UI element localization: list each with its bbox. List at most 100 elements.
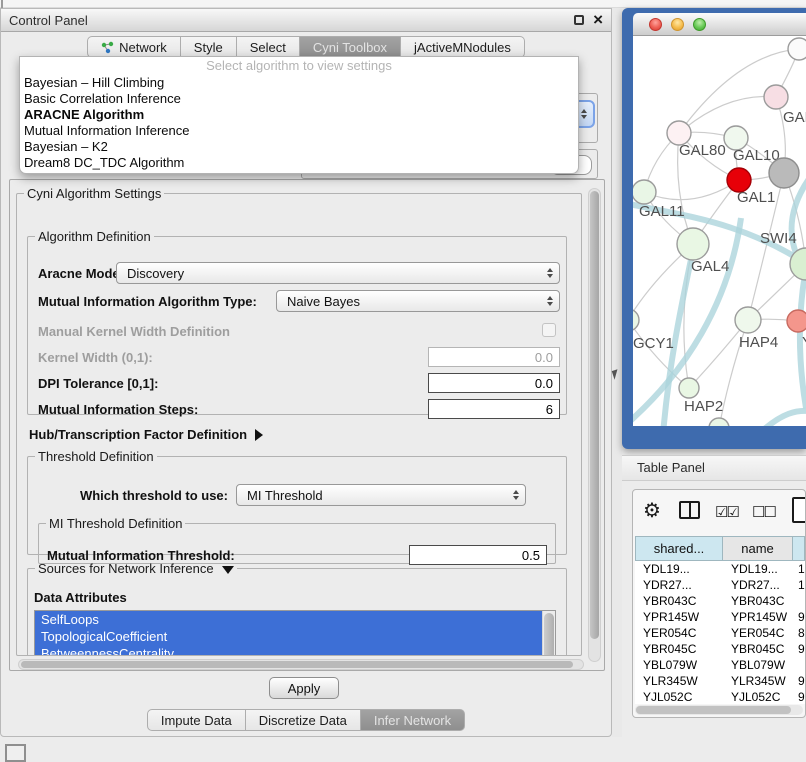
dpi-tolerance-input[interactable]: [428, 373, 560, 393]
close-traffic-light-icon[interactable]: [649, 18, 662, 31]
list-scrollbar[interactable]: [542, 611, 555, 656]
table-cell[interactable]: YLR345W: [635, 673, 723, 689]
network-node[interactable]: [633, 309, 639, 331]
table-cell[interactable]: YDL19...: [723, 561, 793, 577]
table-cell[interactable]: 8.: [793, 625, 805, 641]
table-row[interactable]: YDL19...YDL19...13: [635, 561, 805, 577]
scrollbar-thumb[interactable]: [544, 613, 554, 656]
list-item-selected[interactable]: SelfLoops: [35, 611, 542, 628]
table-cell[interactable]: 12: [793, 577, 805, 593]
network-node[interactable]: [764, 85, 788, 109]
table-cell[interactable]: YER054C: [635, 625, 723, 641]
table-row[interactable]: YJL052CYJL052C9: [635, 689, 805, 704]
data-attributes-list[interactable]: SelfLoops TopologicalCoefficient Between…: [34, 610, 556, 656]
network-canvas[interactable]: GALGAL80GAL10GAL1GAL11SWI4GAL4GCY1HAP4YH…: [633, 36, 806, 426]
deselect-all-checkboxes-icon[interactable]: ☐☐: [752, 503, 775, 521]
apply-button[interactable]: Apply: [269, 677, 339, 699]
table-cell[interactable]: 9: [793, 689, 805, 704]
table-cell[interactable]: 9.: [793, 641, 805, 657]
table-cell[interactable]: YJL052C: [723, 689, 793, 704]
tab-jactivemnodules[interactable]: jActiveMNodules: [401, 36, 525, 58]
network-node[interactable]: [787, 310, 806, 332]
table-cell[interactable]: YBL079W: [723, 657, 793, 673]
table-row[interactable]: YBL079WYBL079W: [635, 657, 805, 673]
column-layout-icon[interactable]: [679, 501, 700, 519]
table-row[interactable]: YPR145WYPR145W9.: [635, 609, 805, 625]
mi-steps-input[interactable]: [428, 399, 560, 419]
dropdown-option-selected[interactable]: ARACNE Algorithm: [20, 107, 578, 123]
table-cell[interactable]: YBL079W: [635, 657, 723, 673]
table-cell[interactable]: YJL052C: [635, 689, 723, 704]
table-row[interactable]: YDR27...YDR27...12: [635, 577, 805, 593]
tab-style[interactable]: Style: [181, 36, 237, 58]
manual-kernel-width-checkbox[interactable]: [542, 323, 556, 337]
table-row[interactable]: YLR345WYLR345W9.: [635, 673, 805, 689]
list-item-selected[interactable]: TopologicalCoefficient: [35, 628, 542, 645]
tab-network[interactable]: Network: [87, 36, 181, 58]
table-row[interactable]: YBR045CYBR045C9.: [635, 641, 805, 657]
table-cell[interactable]: 9.: [793, 673, 805, 689]
table-cell[interactable]: YBR045C: [723, 641, 793, 657]
float-window-icon[interactable]: [574, 15, 584, 25]
dropdown-option[interactable]: Basic Correlation Inference: [20, 91, 578, 107]
network-node[interactable]: [677, 228, 709, 260]
settings-gear-icon[interactable]: ⚙: [643, 498, 661, 523]
expand-arrow-icon[interactable]: [255, 429, 263, 441]
column-header-name[interactable]: name: [723, 536, 793, 561]
select-all-checkboxes-icon[interactable]: ☑☑: [715, 503, 738, 521]
table-cell[interactable]: YBR043C: [723, 593, 793, 609]
table-cell[interactable]: YPR145W: [723, 609, 793, 625]
zoom-traffic-light-icon[interactable]: [693, 18, 706, 31]
tab-impute-data[interactable]: Impute Data: [147, 709, 246, 731]
minimize-traffic-light-icon[interactable]: [671, 18, 684, 31]
dropdown-option[interactable]: Dream8 DC_TDC Algorithm: [20, 155, 578, 171]
table-row[interactable]: YER054CYER054C8.: [635, 625, 805, 641]
table-cell[interactable]: YBR043C: [635, 593, 723, 609]
network-node[interactable]: [735, 307, 761, 333]
network-view-window[interactable]: GALGAL80GAL10GAL1GAL11SWI4GAL4GCY1HAP4YH…: [622, 8, 806, 449]
table-cell[interactable]: YDR27...: [723, 577, 793, 593]
network-node[interactable]: [633, 180, 656, 204]
table-cell[interactable]: 13: [793, 561, 805, 577]
settings-vertical-scrollbar[interactable]: [588, 188, 601, 662]
mi-algorithm-type-select[interactable]: Naive Bayes: [276, 290, 560, 312]
tab-infer-network[interactable]: Infer Network: [361, 709, 465, 731]
network-node[interactable]: [769, 158, 799, 188]
window-titlebar[interactable]: [633, 13, 806, 36]
scrollbar-thumb[interactable]: [21, 661, 573, 668]
hub-definition-section[interactable]: Hub/Transcription Factor Definition: [29, 427, 263, 442]
network-node[interactable]: [679, 378, 699, 398]
settings-horizontal-scrollbar[interactable]: [18, 659, 584, 670]
table-cell[interactable]: YLR345W: [723, 673, 793, 689]
export-table-icon[interactable]: [792, 497, 806, 523]
network-node[interactable]: [788, 38, 806, 60]
table-cell[interactable]: YPR145W: [635, 609, 723, 625]
close-icon[interactable]: ×: [593, 10, 603, 30]
table-horizontal-scrollbar[interactable]: [635, 705, 803, 715]
network-edge[interactable]: [644, 180, 739, 200]
dropdown-option[interactable]: Bayesian – K2: [20, 139, 578, 155]
kernel-width-input[interactable]: [428, 347, 560, 367]
dropdown-option[interactable]: Bayesian – Hill Climbing: [20, 75, 578, 91]
table-cell[interactable]: YDL19...: [635, 561, 723, 577]
table-cell[interactable]: 9.: [793, 609, 805, 625]
table-cell[interactable]: YER054C: [723, 625, 793, 641]
collapse-arrow-icon[interactable]: [222, 566, 234, 574]
scrollbar-thumb[interactable]: [636, 706, 791, 714]
scrollbar-thumb[interactable]: [590, 191, 599, 639]
floating-panel-icon[interactable]: [5, 744, 26, 762]
network-node[interactable]: [709, 418, 729, 426]
table-row[interactable]: YBR043CYBR043C: [635, 593, 805, 609]
table-cell[interactable]: [793, 593, 805, 609]
table-cell[interactable]: YBR045C: [635, 641, 723, 657]
table-cell[interactable]: [793, 657, 805, 673]
network-edge[interactable]: [633, 320, 689, 388]
column-header-shared-name[interactable]: shared...: [635, 536, 723, 561]
which-threshold-select[interactable]: MI Threshold: [236, 484, 526, 506]
network-graph[interactable]: GALGAL80GAL10GAL1GAL11SWI4GAL4GCY1HAP4YH…: [633, 36, 806, 426]
table-cell[interactable]: YDR27...: [635, 577, 723, 593]
column-header-clipped[interactable]: [793, 536, 805, 561]
network-edge-thick[interactable]: [761, 411, 806, 426]
tab-cyni-toolbox[interactable]: Cyni Toolbox: [300, 36, 401, 58]
dropdown-option[interactable]: Mutual Information Inference: [20, 123, 578, 139]
